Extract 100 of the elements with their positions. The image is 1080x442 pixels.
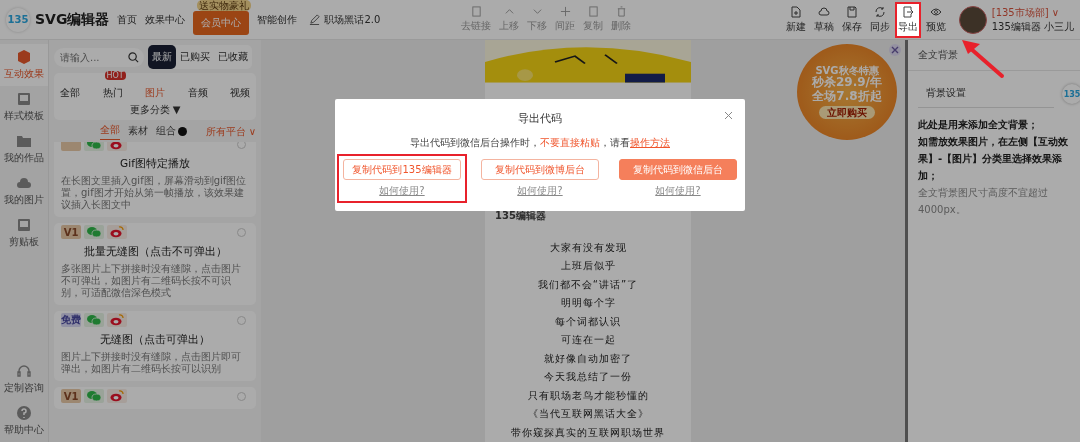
toolbar-button[interactable]: 同步	[868, 3, 891, 36]
search-icon	[128, 51, 139, 63]
sort-tab[interactable]: 最新	[148, 45, 176, 69]
toolbar-button[interactable]: 去链接	[460, 4, 493, 35]
buy-now-button[interactable]: 立即购买	[819, 105, 875, 119]
category-tab[interactable]: 全部	[60, 87, 80, 98]
document-title[interactable]: 职场黑话2.0	[324, 12, 381, 27]
toolbar-button[interactable]: 下移	[526, 4, 549, 35]
toolbar-button[interactable]: 预览	[924, 3, 947, 36]
sidebar-item[interactable]: 定制咨询	[0, 358, 48, 400]
new-file-icon	[789, 5, 802, 18]
toolbar-button[interactable]: 删除	[610, 4, 633, 35]
copy-code-button[interactable]: 复制代码到微信后台	[619, 159, 737, 180]
chevron-up-icon	[503, 6, 515, 17]
effect-card[interactable]: V1	[54, 387, 256, 409]
card-description: 多张图片上下拼接时没有缝隙，点击图片不可弹出，如图片有二维码长按不可识别，可适配微信深色模式	[61, 263, 242, 299]
nav-link[interactable]: 首页	[117, 12, 138, 27]
background-dropdown[interactable]: 背景设置	[918, 79, 1054, 108]
trash-icon	[615, 6, 627, 17]
export-icon	[901, 5, 914, 18]
poem-line: 只有职场老鸟才能秒懂的	[527, 388, 649, 403]
instructions-link[interactable]: 操作方法	[630, 137, 670, 148]
user-name: 135编辑器 小三儿	[991, 19, 1074, 34]
help-text: 此处是用来添加全文背景；	[918, 118, 1039, 132]
promo-price: 秒杀29.9/年	[812, 76, 882, 90]
logo-icon: 135	[6, 7, 30, 32]
poem-line: 每个词都认识	[555, 314, 621, 329]
filter-tab[interactable]: 素材	[128, 123, 148, 140]
card-title: 批量无缝图（点击不可弹出）	[82, 245, 228, 259]
pencil-icon	[309, 14, 321, 25]
toolbar-button[interactable]: 复制	[582, 4, 605, 35]
cloud-icon	[817, 5, 830, 18]
effect-card[interactable]: 免费 无缝图（点击可弹出） 图片上下拼接时没有缝隙，点击图片即可弹出，如图片有二维码长按可以识别	[54, 311, 256, 381]
save-icon	[845, 5, 858, 18]
poem-line: 可连在一起	[560, 333, 616, 347]
team-dropdown[interactable]: [135市场部] ∨	[991, 5, 1074, 20]
image-frame-icon	[16, 217, 32, 233]
version-tag: V1	[61, 225, 81, 239]
wechat-icon	[84, 313, 104, 327]
app-name: SVG编辑器	[35, 10, 110, 29]
member-center-button[interactable]: 会员中心	[193, 10, 250, 35]
copy-code-button[interactable]: 复制代码到135编辑器	[343, 159, 461, 180]
sidebar-item[interactable]: 帮助中心	[0, 400, 48, 442]
effect-card[interactable]: V1 批量无缝图（点击不可弹出） 多张图片上下拼接时没有缝隙，点击图片不可弹出，如图片有二维码长按不可识别，可适配微信深色模式	[54, 223, 256, 305]
filter-tab[interactable]: 组合	[156, 123, 176, 140]
wechat-icon	[84, 389, 104, 403]
poem-line: 就好像自动加密了	[544, 351, 632, 366]
close-icon[interactable]	[724, 111, 733, 120]
sort-tab[interactable]: 已购买	[176, 45, 214, 69]
category-tab[interactable]: 音频	[187, 87, 208, 98]
platform-dropdown[interactable]: 所有平台 ∨	[205, 124, 256, 139]
filter-tab[interactable]: 全部	[100, 123, 120, 140]
card-title: 无缝图（点击可弹出）	[99, 333, 211, 347]
poem-line: 上班后似乎	[560, 259, 616, 273]
help-text: 如需放效果图片，在左侧【互动效果】-【图片】分类里选择效果添加；	[918, 135, 1069, 183]
help-link[interactable]: 如何使用?	[655, 184, 701, 198]
category-tab[interactable]: 视频	[230, 87, 250, 98]
promo-banner[interactable]: SVG秋冬特惠 秒杀29.9/年 全场7.8折起 立即购买	[797, 44, 897, 140]
folder-icon	[16, 133, 32, 149]
sidebar-item[interactable]: 互动效果	[0, 44, 48, 86]
toolbar-button[interactable]: 导出	[896, 3, 919, 36]
dialog-title: 导出代码	[518, 111, 562, 126]
eye-icon	[929, 5, 942, 18]
nav-link[interactable]: 效果中心	[145, 12, 186, 27]
sort-tab[interactable]: 已收藏	[214, 45, 252, 69]
copy-code-button[interactable]: 复制代码到微博后台	[481, 159, 599, 180]
sidebar-item[interactable]: 样式模板	[0, 86, 48, 128]
sidebar-item[interactable]: 我的作品	[0, 128, 48, 170]
search-field[interactable]: 请输入...	[54, 47, 144, 67]
more-categories-button[interactable]: 更多分类 ▼	[129, 103, 181, 117]
toolbar-button[interactable]: 草稿	[812, 3, 835, 36]
toolbar-button[interactable]: 保存	[840, 3, 863, 36]
promo-badge: 送实物豪礼	[197, 0, 252, 11]
chevron-down-icon	[531, 6, 543, 17]
free-tag: 免费	[61, 313, 81, 327]
effect-card[interactable]: Gif图特定播放 在长图文里插入gif图，屏幕滑动到gif图位置，gif图才开始从第一帧播放，该效果建议插入长图文中	[54, 142, 256, 217]
poem-line: 我们都不会“讲话”了	[537, 277, 639, 292]
category-tab[interactable]: 热门	[102, 87, 123, 98]
poem-line: 今天我总结了一份	[544, 370, 632, 384]
toolbar-button[interactable]: 新建	[784, 3, 807, 36]
poem-line: 明明每个字	[560, 296, 616, 310]
card-title: Gif图特定播放	[119, 157, 191, 171]
sidebar-item[interactable]: 我的图片	[0, 170, 48, 212]
avatar[interactable]	[958, 5, 987, 34]
sidebar-item[interactable]: 剪贴板	[0, 212, 48, 254]
sync-icon	[873, 5, 886, 18]
category-tab[interactable]: 图片	[145, 87, 165, 98]
help-icon	[16, 405, 32, 421]
promo-discount: 全场7.8折起	[812, 89, 882, 103]
wechat-icon	[84, 225, 104, 239]
headset-icon	[16, 363, 32, 379]
dialog-message: 导出代码到微信后台操作时，不要直接粘贴，请看操作方法	[410, 136, 670, 150]
image-frame-icon	[16, 91, 32, 107]
help-link[interactable]: 如何使用?	[379, 184, 425, 198]
help-link[interactable]: 如何使用?	[517, 184, 563, 198]
poem-line: 带你窥探真实的互联网职场世界	[511, 425, 665, 440]
close-button[interactable]	[889, 44, 901, 56]
brand-logo: 135编辑器	[495, 208, 546, 223]
nav-link[interactable]: 智能创作	[257, 12, 298, 27]
card-description: 图片上下拼接时没有缝隙，点击图片即可弹出，如图片有二维码长按可以识别	[61, 351, 242, 375]
